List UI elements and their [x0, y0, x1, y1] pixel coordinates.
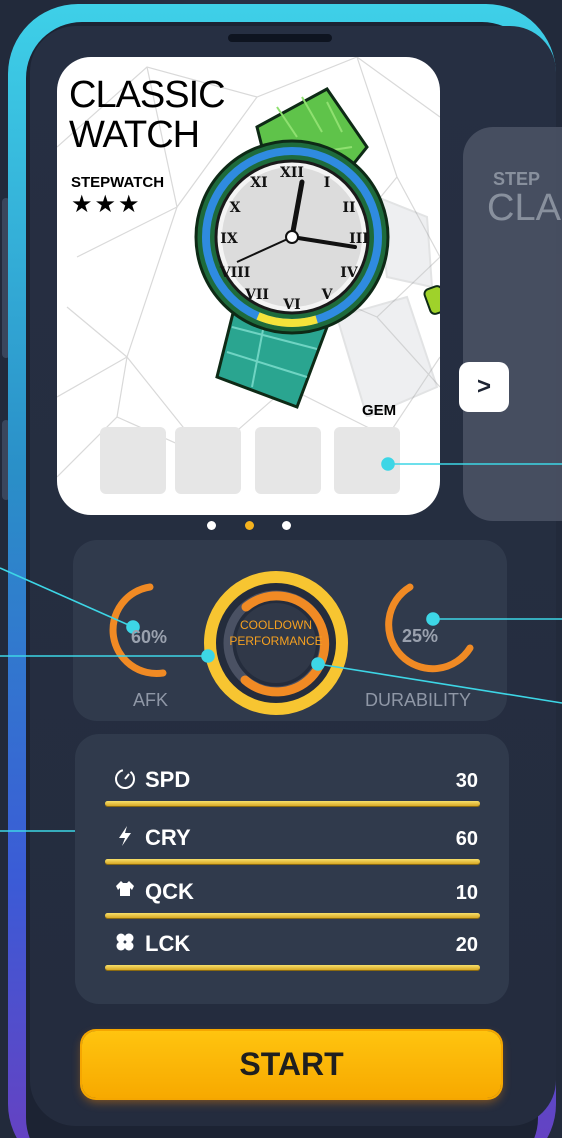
clover-icon [111, 930, 139, 956]
svg-text:V: V [321, 287, 334, 303]
watch-card[interactable]: CLASSIC WATCH STEPWATCH ★★★ XII I II III… [57, 57, 440, 515]
svg-text:I: I [324, 175, 331, 191]
attribute-row-lck: LCK 20 [105, 930, 480, 980]
attribute-bar [105, 965, 480, 970]
app-screen: STEP CLA CLASSIC WATCH STEPWATCH ★★★ XII… [0, 0, 562, 1138]
attribute-row-qck: QCK 10 [105, 878, 480, 928]
svg-text:VI: VI [282, 297, 300, 313]
attribute-value: 10 [455, 882, 478, 904]
svg-text:XI: XI [250, 175, 267, 191]
attribute-name: CRY [145, 825, 191, 850]
shirt-icon [111, 878, 139, 904]
next-card-title: CLA [487, 187, 561, 229]
watch-brand: STEPWATCH [71, 174, 165, 191]
speaker-notch [228, 34, 332, 42]
attribute-row-spd: SPD 30 [105, 766, 480, 816]
attribute-value: 30 [455, 770, 478, 792]
attribute-name: QCK [145, 879, 194, 904]
stopwatch-icon [111, 766, 139, 792]
attribute-bar [105, 913, 480, 918]
attribute-name: LCK [145, 931, 191, 956]
gem-slot-2[interactable] [175, 427, 241, 494]
lightning-icon [111, 824, 139, 850]
pager-dot-2[interactable] [245, 521, 254, 530]
cooldown-label: COOLDOWN [240, 618, 312, 632]
attribute-value: 20 [455, 934, 478, 956]
afk-value: 60% [131, 627, 168, 647]
watch-icon: XII I II III IV V VI VII VIII IX X XI [194, 87, 440, 417]
star-rating: ★★★ [71, 191, 142, 218]
attribute-bar [105, 859, 480, 864]
gem-slot-1[interactable] [100, 427, 166, 494]
attribute-value: 60 [455, 828, 478, 850]
pager-dot-1[interactable] [207, 521, 216, 530]
attribute-row-cry: CRY 60 [105, 824, 480, 874]
attribute-bar [105, 801, 480, 806]
gem-slot-3[interactable] [255, 427, 321, 494]
gem-label: GEM [362, 402, 397, 419]
performance-label: PERFORMANCE [229, 634, 323, 648]
svg-text:VIII: VIII [219, 265, 251, 281]
durability-value: 25% [402, 626, 439, 646]
svg-text:IV: IV [340, 265, 359, 281]
svg-text:II: II [342, 200, 355, 216]
attributes-panel: SPD 30 CRY 60 QCK 10 LCK 20 [75, 734, 509, 1004]
next-watch-card[interactable]: STEP CLA [463, 127, 562, 521]
svg-text:VII: VII [244, 287, 269, 303]
svg-text:IX: IX [220, 231, 238, 247]
start-button[interactable]: START [82, 1031, 501, 1098]
pager-dot-3[interactable] [282, 521, 291, 530]
attribute-name: SPD [145, 767, 191, 792]
gem-slot-4[interactable] [334, 427, 400, 494]
afk-label: AFK [133, 690, 169, 710]
next-card-button[interactable]: > [459, 362, 509, 412]
svg-text:XII: XII [280, 165, 304, 181]
durability-label: DURABILITY [365, 690, 472, 710]
svg-text:X: X [230, 200, 241, 216]
